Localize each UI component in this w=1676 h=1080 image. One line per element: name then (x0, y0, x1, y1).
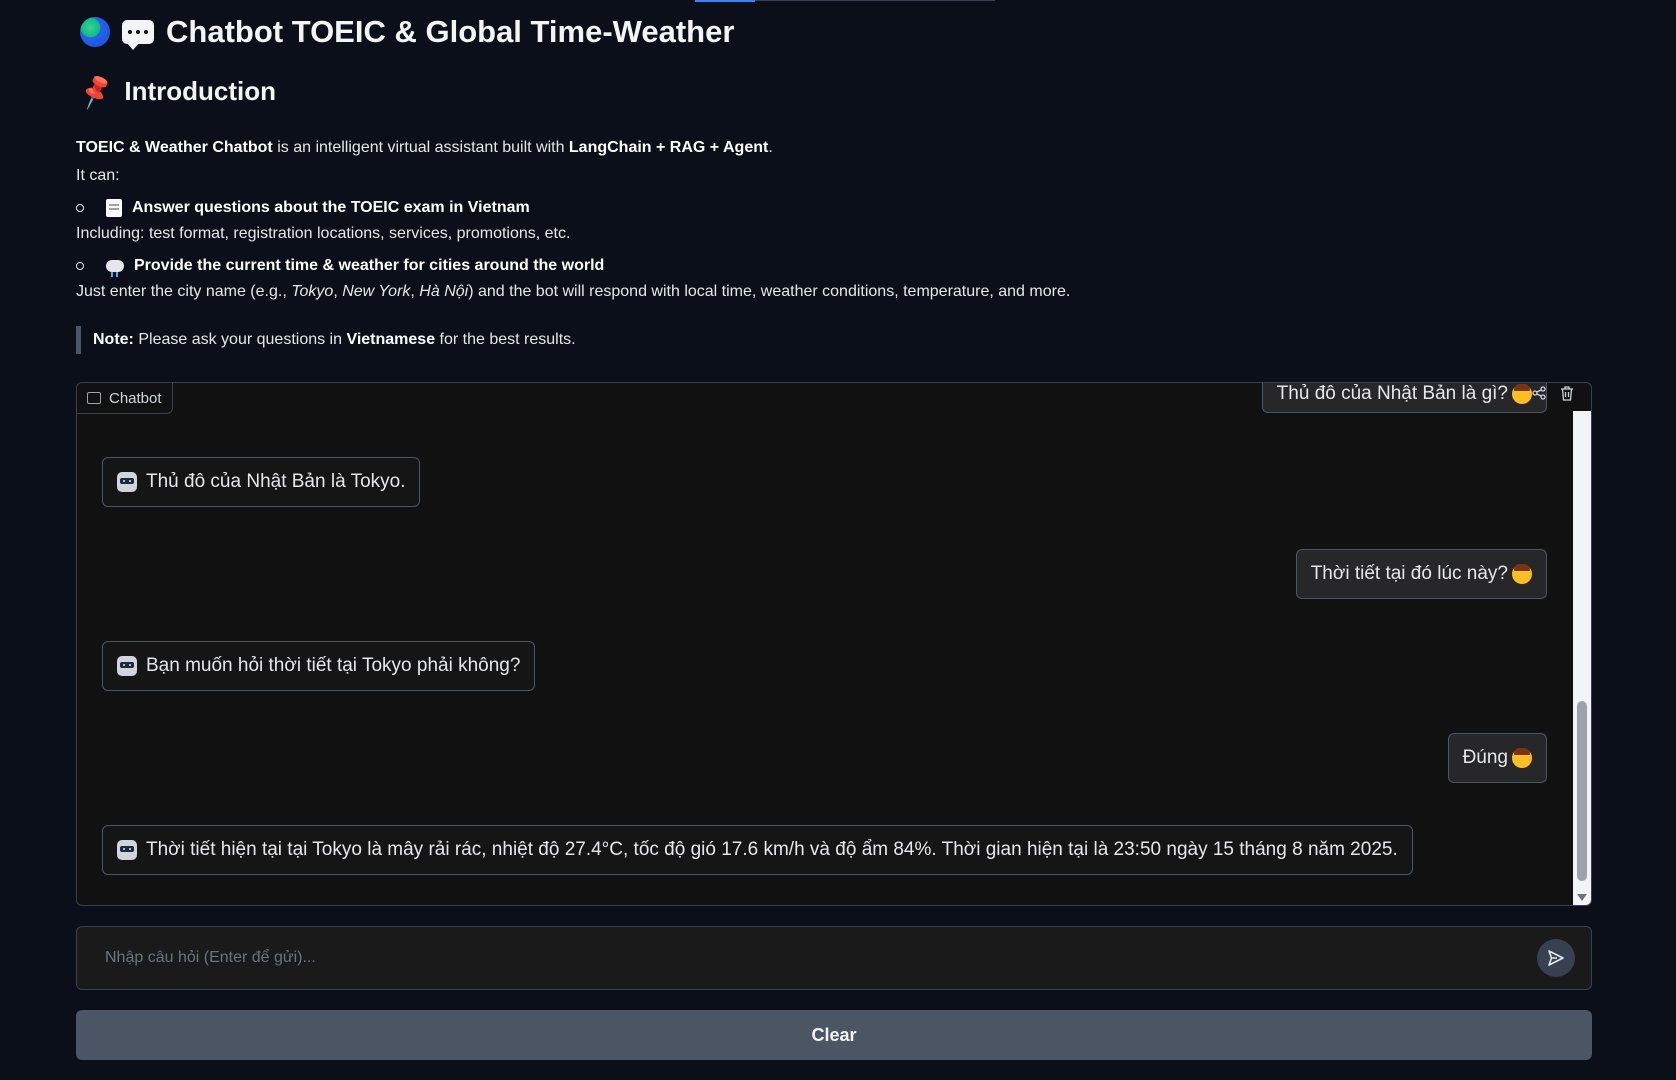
bot-avatar-icon (117, 840, 137, 860)
user-message: Đúng (1447, 733, 1547, 783)
message-input-container (76, 926, 1592, 990)
bullet-dot (76, 262, 84, 270)
chatbot-label: Chatbot (77, 383, 173, 414)
top-tab-indicator (695, 0, 995, 2)
bullet-toeic-title: Answer questions about the TOEIC exam in… (132, 199, 530, 216)
intro-built-with: is an intelligent virtual assistant buil… (272, 139, 569, 156)
note-label: Note: (93, 331, 134, 348)
bullet-weather: Provide the current time & weather for c… (76, 254, 1576, 278)
chat-icon (87, 392, 101, 404)
example-city-tokyo: Tokyo (291, 283, 334, 300)
intro-text: TOEIC & Weather Chatbot is an intelligen… (76, 134, 1576, 354)
bot-avatar-icon (117, 656, 137, 676)
comma: , (333, 283, 343, 300)
note-blockquote: Note: Please ask your questions in Vietn… (76, 326, 1576, 354)
app-name: TOEIC & Weather Chatbot (76, 139, 273, 156)
note-prefix: Please ask your questions in (133, 331, 347, 348)
bullet-weather-detail: Just enter the city name (e.g., Tokyo, N… (76, 278, 1576, 306)
example-city-newyork: New York (342, 283, 411, 300)
example-city-hanoi: Hà Nội (419, 283, 469, 300)
intro-paragraph: TOEIC & Weather Chatbot is an intelligen… (76, 134, 1576, 162)
message-text: Thời tiết hiện tại tại Tokyo là mây rải … (146, 839, 1398, 860)
bot-message: Bạn muốn hỏi thời tiết tại Tokyo phải kh… (102, 641, 536, 691)
scroll-down-arrow-icon[interactable] (1577, 894, 1587, 901)
pushpin-icon: 📌 (75, 71, 117, 111)
bot-message: Thủ đô của Nhật Bản là Tokyo. (102, 457, 421, 507)
trash-icon[interactable] (1559, 385, 1575, 401)
message-text: Thời tiết tại đó lúc này? (1310, 563, 1508, 584)
user-avatar-icon (1512, 384, 1532, 404)
send-icon (1548, 950, 1564, 966)
chat-toolbar (1531, 385, 1575, 401)
message-input[interactable] (103, 937, 1537, 979)
intro-period: . (768, 139, 773, 156)
memo-icon (106, 199, 122, 217)
user-avatar-icon (1512, 748, 1532, 768)
message-text: Thủ đô của Nhật Bản là gì? (1276, 383, 1508, 404)
cloud-rain-icon (106, 260, 124, 277)
user-avatar-icon (1512, 564, 1532, 584)
message-text: Đúng (1462, 747, 1508, 768)
page-title: Chatbot TOEIC & Global Time-Weather (80, 14, 734, 50)
note-suffix: for the best results. (435, 331, 576, 348)
share-icon[interactable] (1531, 385, 1547, 401)
user-message: Thời tiết tại đó lúc này? (1295, 549, 1547, 599)
speech-bubble-icon (122, 20, 154, 50)
send-button[interactable] (1537, 939, 1575, 977)
tech-stack: LangChain + RAG + Agent (568, 139, 769, 156)
comma: , (410, 283, 420, 300)
bullet-toeic: Answer questions about the TOEIC exam in… (76, 196, 1576, 220)
chatbot-label-text: Chatbot (109, 389, 162, 407)
bot-avatar-icon (117, 472, 137, 492)
weather-detail-prefix: Just enter the city name (e.g., (76, 283, 292, 300)
clear-button[interactable]: Clear (76, 1010, 1592, 1060)
note-language: Vietnamese (346, 331, 436, 348)
bullet-weather-title: Provide the current time & weather for c… (134, 257, 605, 274)
message-text: Bạn muốn hỏi thời tiết tại Tokyo phải kh… (146, 655, 521, 676)
active-tab-indicator (695, 0, 755, 2)
bullet-dot (76, 204, 84, 212)
page: Chatbot TOEIC & Global Time-Weather 📌 In… (0, 0, 1676, 1080)
page-title-text: Chatbot TOEIC & Global Time-Weather (166, 14, 735, 49)
scrollbar-thumb[interactable] (1577, 701, 1587, 881)
bullet-toeic-detail: Including: test format, registration loc… (76, 225, 571, 242)
globe-icon (80, 17, 110, 47)
chatbot-panel[interactable]: Chatbot Thủ đô của Nhật Bản là gì? Thủ đ… (76, 382, 1592, 906)
bot-message: Thời tiết hiện tại tại Tokyo là mây rải … (102, 825, 1413, 875)
message-text: Thủ đô của Nhật Bản là Tokyo. (146, 471, 406, 492)
section-heading-text: Introduction (124, 76, 277, 106)
it-can-text: It can: (76, 167, 120, 184)
section-heading: 📌 Introduction (76, 71, 277, 110)
weather-detail-suffix: ) and the bot will respond with local ti… (468, 283, 1071, 300)
chat-scrollbar[interactable] (1573, 411, 1591, 905)
user-message: Thủ đô của Nhật Bản là gì? (1261, 383, 1547, 413)
